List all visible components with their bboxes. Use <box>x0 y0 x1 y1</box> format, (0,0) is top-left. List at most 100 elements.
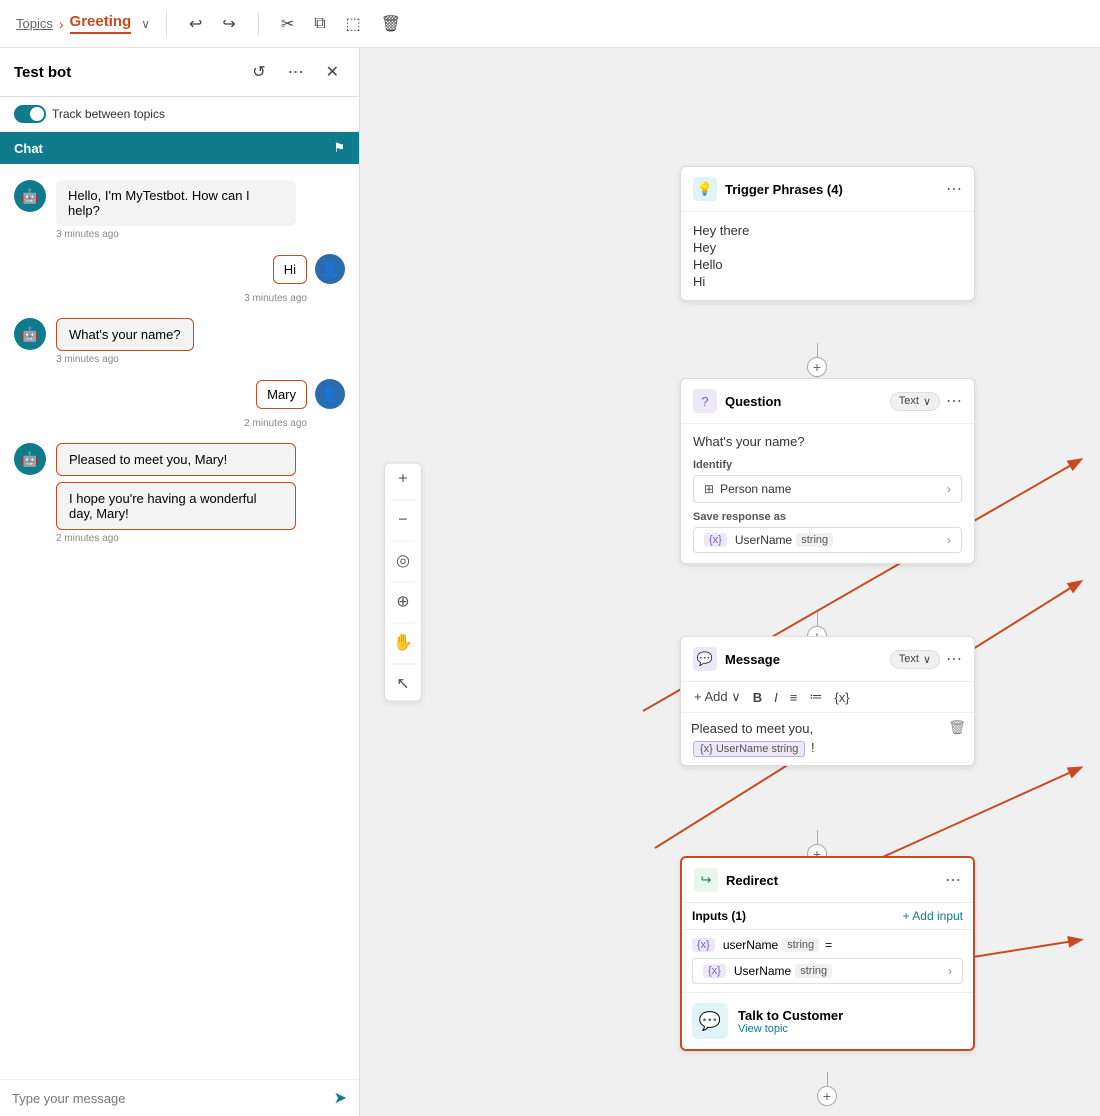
undo-button[interactable]: ↩ <box>183 10 208 38</box>
ref-var-tag: {x} <box>703 964 726 978</box>
message-header-left: 💬 Message <box>693 647 780 671</box>
refresh-button[interactable]: ↺ <box>246 58 271 86</box>
message-node-header: 💬 Message Text ∨ ⋯ <box>681 637 974 682</box>
delete-msg-button[interactable]: 🗑 <box>948 719 966 736</box>
phrase-item-1: Hey there <box>693 222 962 239</box>
hand-tool-button[interactable]: ✋ <box>391 634 415 654</box>
entity-box[interactable]: ⊞ Person name › <box>693 475 962 503</box>
ref-type-tag: string <box>795 964 832 978</box>
connector-bottom: + <box>817 1072 837 1106</box>
bot-bubble-3: Pleased to meet you, Mary! <box>56 443 296 476</box>
add-step-button-bottom[interactable]: + <box>817 1086 837 1106</box>
user-message-1: Hi 👤 <box>14 254 345 284</box>
inputs-label: Inputs (1) <box>692 909 746 923</box>
trigger-icon: 💡 <box>693 177 717 201</box>
panel-actions: ↺ ⋯ ✕ <box>246 58 345 86</box>
inline-var-username[interactable]: {x} UserName string <box>693 741 805 757</box>
msg-time-2: 3 minutes ago <box>56 354 194 365</box>
input-ref-box[interactable]: {x} UserName string › <box>692 958 963 984</box>
top-bar: Topics › Greeting ∨ ↩ ↪ ✂ ⧉ ⬚ 🗑 <box>0 0 1100 48</box>
question-header-right: Text ∨ ⋯ <box>890 391 962 411</box>
message-header-right: Text ∨ ⋯ <box>890 649 962 669</box>
undo-down-button[interactable]: ↪ <box>216 10 241 38</box>
zoom-reset-button[interactable]: ◎ <box>391 552 415 572</box>
message-more-button[interactable]: ⋯ <box>946 649 962 669</box>
breadcrumb-current[interactable]: Greeting <box>70 13 132 34</box>
user-avatar-1: 👤 <box>315 254 345 284</box>
entity-icon: ⊞ <box>704 482 714 496</box>
add-button[interactable]: + Add ∨ <box>691 688 744 706</box>
zoom-sep-3 <box>391 582 415 583</box>
delete-button[interactable]: 🗑 <box>375 10 407 38</box>
text-badge-msg-label: Text <box>899 653 919 665</box>
cursor-tool-button[interactable]: ↖ <box>391 675 415 695</box>
trigger-more-button[interactable]: ⋯ <box>946 179 962 199</box>
var-chevron-right-icon: › <box>947 533 951 547</box>
view-topic-link[interactable]: View topic <box>738 1023 843 1035</box>
zoom-in-button[interactable]: + <box>391 470 415 490</box>
conn-line-1 <box>817 343 818 357</box>
chat-tab-label: Chat <box>14 141 43 156</box>
msg-time-user-1: 3 minutes ago <box>244 293 307 304</box>
var-curly-icon: {x} <box>700 743 713 755</box>
text-badge-question[interactable]: Text ∨ <box>890 392 940 411</box>
user-bubble-mary: Mary <box>256 380 307 409</box>
question-body: What's your name? Identify ⊞ Person name… <box>681 424 974 563</box>
trigger-header-left: 💡 Trigger Phrases (4) <box>693 177 843 201</box>
redirect-node-header: ↪ Redirect ⋯ <box>682 858 973 903</box>
redirect-icon: ↪ <box>694 868 718 892</box>
zoom-fit-button[interactable]: ⊕ <box>391 593 415 613</box>
cut-button[interactable]: ✂ <box>275 10 300 38</box>
redirect-title: Redirect <box>726 873 778 888</box>
copy-button[interactable]: ⧉ <box>308 11 331 37</box>
paste-button[interactable]: ⬚ <box>340 10 367 38</box>
toggle-label: Track between topics <box>52 107 165 121</box>
trigger-title: Trigger Phrases (4) <box>725 182 843 197</box>
identify-label: Identify <box>693 459 962 471</box>
chat-area: 🤖 Hello, I'm MyTestbot. How can I help? … <box>0 164 359 1079</box>
chat-tab[interactable]: Chat ⚑ <box>0 132 359 164</box>
breadcrumb-topics[interactable]: Topics <box>16 16 53 31</box>
add-input-button[interactable]: + Add input <box>903 909 963 923</box>
breadcrumb-chevron-icon[interactable]: ∨ <box>141 17 150 31</box>
flow-canvas[interactable]: 💡 Trigger Phrases (4) ⋯ Hey there Hey He… <box>360 48 1100 1116</box>
zoom-sep <box>391 500 415 501</box>
bot-bubble-1: Hello, I'm MyTestbot. How can I help? <box>56 180 296 226</box>
talk-section: 💬 Talk to Customer View topic <box>682 992 973 1049</box>
add-step-button-1[interactable]: + <box>807 357 827 377</box>
zoom-out-button[interactable]: − <box>391 511 415 531</box>
bot-bubble-4: I hope you're having a wonderful day, Ma… <box>56 482 296 530</box>
list-button[interactable]: ≡ <box>787 689 801 706</box>
message-content: 🗑 Pleased to meet you, {x} UserName stri… <box>681 713 974 765</box>
variable-button[interactable]: {x} <box>831 689 852 706</box>
breadcrumb-separator: › <box>59 16 64 32</box>
msg-time-user-2: 2 minutes ago <box>244 418 307 429</box>
zoom-sep-4 <box>391 623 415 624</box>
var-box[interactable]: {x} UserName string › <box>693 527 962 553</box>
chat-input[interactable] <box>12 1091 334 1106</box>
phrase-item-2: Hey <box>693 239 962 256</box>
question-node-header: ? Question Text ∨ ⋯ <box>681 379 974 424</box>
input-type-tag: string <box>782 938 819 952</box>
toggle-switch[interactable] <box>14 105 46 123</box>
left-panel: Test bot ↺ ⋯ ✕ Track between topics Chat… <box>0 48 360 1116</box>
breadcrumb: Topics › Greeting ∨ <box>16 13 150 34</box>
more-button[interactable]: ⋯ <box>282 58 310 86</box>
redirect-node: ↪ Redirect ⋯ Inputs (1) + Add input {x} … <box>680 856 975 1051</box>
italic-button[interactable]: I <box>771 689 781 706</box>
bold-button[interactable]: B <box>750 689 765 706</box>
redirect-more-button[interactable]: ⋯ <box>945 870 961 890</box>
send-button[interactable]: ➤ <box>334 1088 347 1108</box>
trigger-node-header: 💡 Trigger Phrases (4) ⋯ <box>681 167 974 212</box>
chat-input-area: ➤ <box>0 1079 359 1116</box>
text-badge-message[interactable]: Text ∨ <box>890 650 940 669</box>
ref-chevron-right-icon: › <box>948 964 952 978</box>
bullet-button[interactable]: ≔ <box>806 688 825 706</box>
input-row-1: {x} userName string = <box>692 938 963 952</box>
inputs-header: Inputs (1) + Add input <box>682 903 973 930</box>
save-response-label: Save response as <box>693 511 962 523</box>
close-button[interactable]: ✕ <box>320 58 345 86</box>
question-more-button[interactable]: ⋯ <box>946 391 962 411</box>
chevron-down-icon: ∨ <box>923 395 931 408</box>
panel-title: Test bot <box>14 64 71 81</box>
